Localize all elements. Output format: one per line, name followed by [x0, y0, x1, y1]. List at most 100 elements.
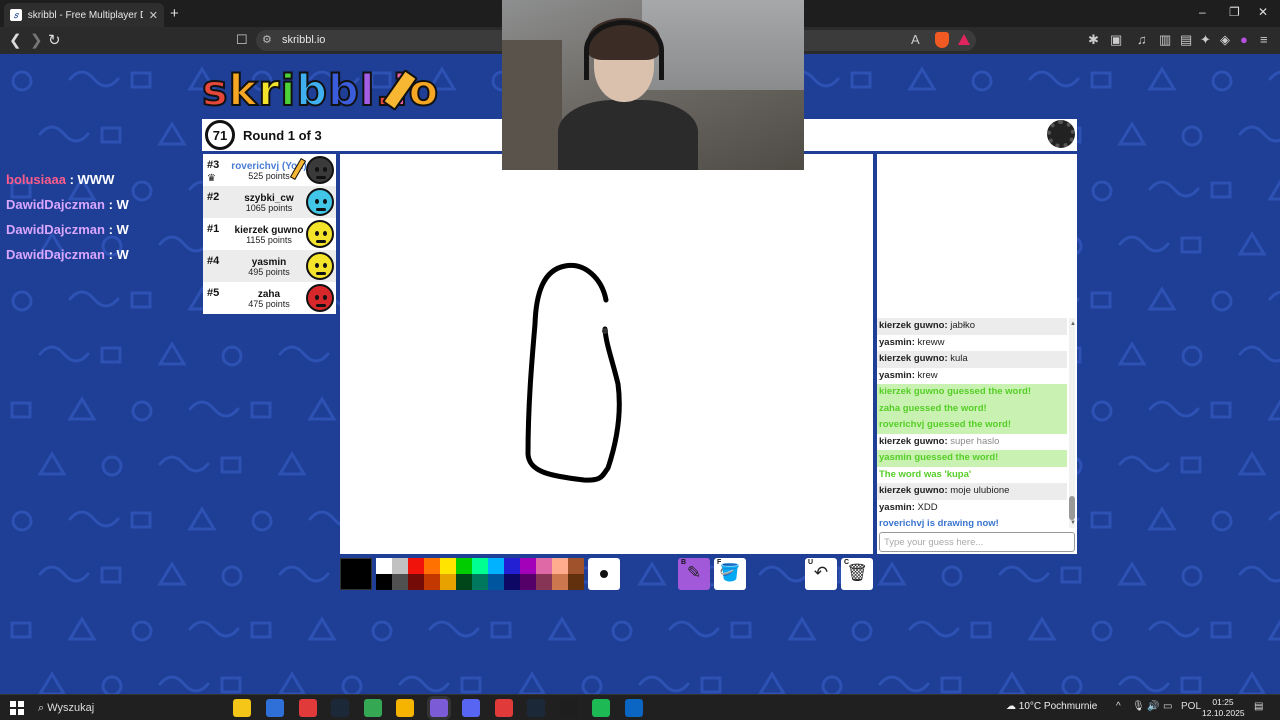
taskbar-app-icon[interactable]	[233, 699, 251, 717]
color-swatch[interactable]	[424, 558, 440, 574]
color-swatch[interactable]	[552, 558, 568, 574]
drawing-canvas[interactable]	[340, 154, 873, 554]
wallet-icon[interactable]: ▤	[1180, 32, 1192, 48]
color-swatch[interactable]	[568, 558, 584, 574]
taskbar-app-icon[interactable]	[266, 699, 284, 717]
taskbar-app-icon[interactable]	[592, 699, 610, 717]
bookmark-icon[interactable]: ☐	[236, 32, 248, 48]
back-button[interactable]: ❮	[9, 31, 22, 49]
brush-size-button[interactable]	[588, 558, 620, 590]
taskbar-app-icon[interactable]	[625, 699, 643, 717]
scroll-up-icon[interactable]: ▲	[1070, 321, 1076, 327]
player-row[interactable]: #4 yasmin 495 points	[203, 250, 336, 282]
color-swatch[interactable]	[520, 574, 536, 590]
taskbar-app-icon[interactable]	[299, 699, 317, 717]
color-swatch[interactable]	[376, 558, 392, 574]
color-swatch[interactable]	[504, 574, 520, 590]
doodle-shape	[637, 561, 667, 586]
color-swatch[interactable]	[552, 574, 568, 590]
chat-message: zaha guessed the word!	[877, 400, 1067, 417]
taskbar-app-icon[interactable]	[364, 699, 382, 717]
color-swatch[interactable]	[472, 574, 488, 590]
undo-tool-button[interactable]: U ↶	[805, 558, 837, 590]
color-swatch[interactable]	[472, 558, 488, 574]
minimize-button[interactable]: –	[1199, 5, 1206, 19]
doodle-shape	[638, 675, 690, 693]
color-swatch[interactable]	[424, 574, 440, 590]
color-swatch[interactable]	[536, 558, 552, 574]
windows-start-icon[interactable]	[10, 701, 24, 715]
translate-icon[interactable]: A	[911, 32, 920, 47]
doodle-shape	[758, 565, 810, 583]
weather-widget[interactable]: ☁ 10°C Pochmurnie	[1006, 701, 1097, 712]
color-swatch[interactable]	[408, 558, 424, 574]
player-row[interactable]: #1 kierzek guwno 1155 points	[203, 218, 336, 250]
color-swatch[interactable]	[456, 558, 472, 574]
microphone-icon[interactable]: 🎙	[1132, 701, 1145, 712]
color-swatch[interactable]	[392, 574, 408, 590]
player-row[interactable]: #5 zaha 475 points	[203, 282, 336, 314]
color-swatch[interactable]	[392, 558, 408, 574]
scroll-down-icon[interactable]: ▼	[1070, 520, 1076, 526]
doodle-shape	[1238, 565, 1280, 583]
clear-tool-button[interactable]: C 🗑	[841, 558, 873, 590]
settings-gear-icon[interactable]	[1047, 120, 1075, 148]
notifications-icon[interactable]: ▤	[1254, 701, 1263, 712]
forward-button[interactable]: ❯	[30, 31, 43, 49]
taskbar-app-icon[interactable]	[495, 699, 513, 717]
taskbar-search[interactable]: ⌕ Wyszukaj	[34, 698, 222, 718]
taskbar-app-icon[interactable]	[462, 699, 480, 717]
color-swatch[interactable]	[488, 574, 504, 590]
language-indicator[interactable]: POL	[1181, 701, 1201, 712]
vpn-icon[interactable]: ◈	[1220, 32, 1230, 48]
speaker-icon[interactable]: 🔊	[1147, 701, 1159, 712]
close-window-button[interactable]: ✕	[1258, 5, 1268, 19]
tray-chevron-icon[interactable]: ^	[1116, 701, 1121, 712]
player-row[interactable]: #3 roverichvj (You) 525 points ♛	[203, 154, 336, 186]
taskbar-app-icon[interactable]	[331, 699, 349, 717]
fill-tool-button[interactable]: F 🪣	[714, 558, 746, 590]
taskbar-app-icon[interactable]	[527, 699, 545, 717]
color-swatch[interactable]	[520, 558, 536, 574]
chat-message-author: kierzek guwno:	[879, 353, 948, 364]
color-swatch[interactable]	[408, 574, 424, 590]
leo-icon[interactable]: ✦	[1200, 32, 1211, 48]
brush-tool-button[interactable]: B ✎	[678, 558, 710, 590]
profile-icon[interactable]: ●	[1240, 32, 1248, 47]
screenshot-icon[interactable]: ▣	[1110, 32, 1122, 48]
taskbar-app-icon[interactable]	[430, 699, 448, 717]
color-swatch[interactable]	[440, 574, 456, 590]
color-swatch[interactable]	[440, 558, 456, 574]
music-icon[interactable]: ♫	[1137, 32, 1147, 47]
doodle-shape	[1148, 400, 1200, 418]
reload-button[interactable]: ↻	[48, 31, 61, 49]
chat-scroll-thumb[interactable]	[1069, 496, 1075, 520]
doodle-shape	[1090, 291, 1112, 309]
extensions-icon[interactable]: ✱	[1088, 32, 1099, 48]
color-swatch[interactable]	[456, 574, 472, 590]
taskbar-clock[interactable]: 01:25 12.10.2025	[1202, 697, 1245, 719]
sidebar-icon[interactable]: ▥	[1159, 32, 1171, 48]
color-swatch[interactable]	[568, 574, 584, 590]
chat-scrollbar[interactable]	[1069, 318, 1075, 528]
chat-message: The word was 'kupa'	[877, 467, 1067, 484]
taskbar-app-icon[interactable]	[560, 699, 578, 717]
site-info-icon[interactable]: ⚙	[262, 33, 272, 46]
network-icon[interactable]: ▭	[1163, 701, 1172, 712]
color-swatch[interactable]	[536, 574, 552, 590]
color-swatch[interactable]	[488, 558, 504, 574]
browser-tab[interactable]: 𝑠 skribbl - Free Multiplayer Drawin ✕	[4, 3, 164, 27]
brave-shields-icon[interactable]	[935, 32, 949, 48]
restore-button[interactable]: ❐	[1229, 5, 1240, 19]
tab-close-icon[interactable]: ✕	[149, 9, 158, 22]
player-row[interactable]: #2 szybki_cw 1065 points	[203, 186, 336, 218]
taskbar-app-icon[interactable]	[396, 699, 414, 717]
brave-rewards-icon[interactable]	[958, 34, 970, 45]
color-swatch[interactable]	[504, 558, 520, 574]
new-tab-button[interactable]: +	[170, 5, 179, 22]
color-swatch[interactable]	[376, 574, 392, 590]
url-text[interactable]: skribbl.io	[282, 34, 325, 46]
guess-input[interactable]	[879, 532, 1075, 552]
menu-icon[interactable]: ≡	[1260, 32, 1268, 47]
doodle-shape	[758, 671, 786, 694]
